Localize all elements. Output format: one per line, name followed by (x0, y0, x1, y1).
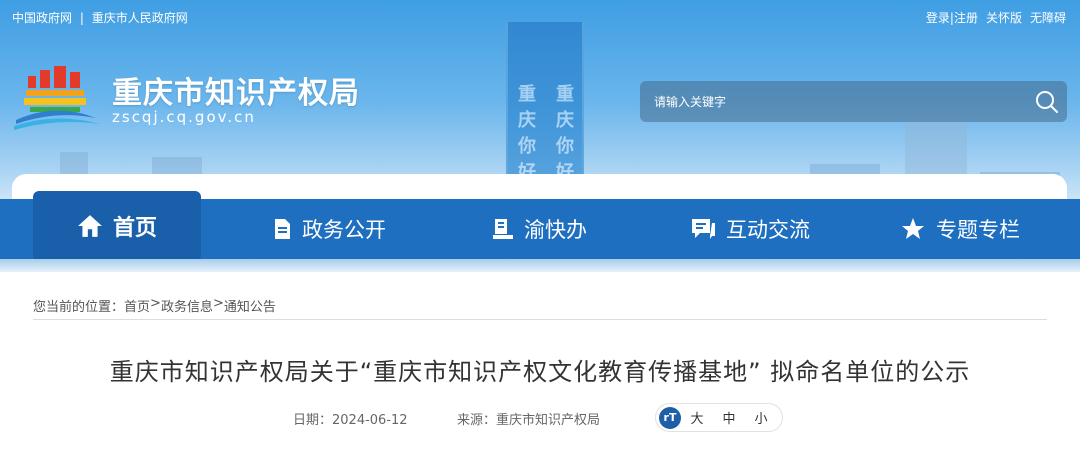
link-separator: | (79, 11, 84, 25)
font-size-small-button[interactable]: 小 (745, 408, 777, 427)
source-label: 来源： (457, 413, 497, 428)
link-central-gov[interactable]: 中国政府网 (12, 11, 72, 25)
nav-item-label: 专题专栏 (936, 218, 1020, 242)
nav-item-yukuaiban[interactable]: 渝快办 (492, 199, 587, 259)
date-value: 2024-06-12 (332, 413, 408, 428)
breadcrumb-separator: > (212, 296, 224, 311)
chat-icon (690, 217, 716, 241)
login-register-link[interactable]: 登录|注册 (926, 9, 978, 26)
topbar-gov-links: 中国政府网 | 重庆市人民政府网 (12, 9, 192, 26)
main-nav: 首页 政务公开 渝快办 互动交流 专题专栏 (0, 191, 1080, 261)
ipr-logo-icon[interactable] (12, 62, 102, 132)
breadcrumb-prefix: 您当前的位置： (33, 300, 125, 315)
breadcrumb-divider (33, 319, 1047, 320)
breadcrumb-home[interactable]: 首页 (124, 296, 150, 315)
font-size-large-button[interactable]: 大 (681, 408, 713, 427)
link-chongqing-gov[interactable]: 重庆市人民政府网 (92, 11, 188, 25)
search-input[interactable] (640, 81, 1027, 122)
topbar-user-links: 登录|注册 关怀版 无障碍 (926, 9, 1066, 26)
search-box (640, 81, 1067, 122)
document-icon (272, 218, 292, 240)
article-title: 重庆市知识产权局关于“重庆市知识产权文化教育传播基地” 拟命名单位的公示 (109, 358, 971, 386)
nav-item-label: 政务公开 (302, 218, 386, 242)
care-version-link[interactable]: 关怀版 (986, 9, 1022, 26)
accessibility-link[interactable]: 无障碍 (1030, 9, 1066, 26)
article-date: 日期：2024-06-12 (293, 409, 408, 428)
font-size-switcher: rT 大 中 小 (655, 403, 783, 432)
star-icon (900, 217, 926, 241)
search-icon[interactable] (1027, 82, 1067, 122)
nav-item-label: 渝快办 (524, 218, 587, 242)
nav-item-gov-affairs[interactable]: 政务公开 (272, 199, 386, 259)
font-size-icon: rT (659, 406, 681, 429)
nav-item-label: 首页 (112, 216, 157, 241)
breadcrumb-gov-info[interactable]: 政务信息 (161, 296, 213, 315)
breadcrumb-separator: > (150, 296, 161, 311)
date-label: 日期： (293, 413, 333, 428)
site-domain: zscqj.cq.gov.cn (112, 108, 256, 126)
font-size-medium-button[interactable]: 中 (713, 408, 745, 427)
breadcrumb-notices[interactable]: 通知公告 (224, 296, 276, 315)
nav-item-home[interactable]: 首页 (33, 191, 201, 261)
article-source: 来源：重庆市知识产权局 (457, 409, 600, 428)
home-icon (77, 213, 103, 239)
service-icon (492, 218, 514, 240)
breadcrumb: 您当前的位置： 首页 > 政务信息 > 通知公告 (33, 296, 276, 315)
nav-item-interaction[interactable]: 互动交流 (690, 199, 810, 259)
nav-item-label: 互动交流 (726, 218, 810, 242)
nav-item-special-topics[interactable]: 专题专栏 (900, 199, 1020, 259)
site-title[interactable]: 重庆市知识产权局 (112, 68, 360, 112)
tower-slogan-left: 重庆你好 (518, 84, 536, 183)
tower-slogan-right: 重庆你好 (556, 84, 574, 183)
nav-bottom-shadow (0, 259, 1080, 272)
source-value: 重庆市知识产权局 (496, 413, 601, 428)
